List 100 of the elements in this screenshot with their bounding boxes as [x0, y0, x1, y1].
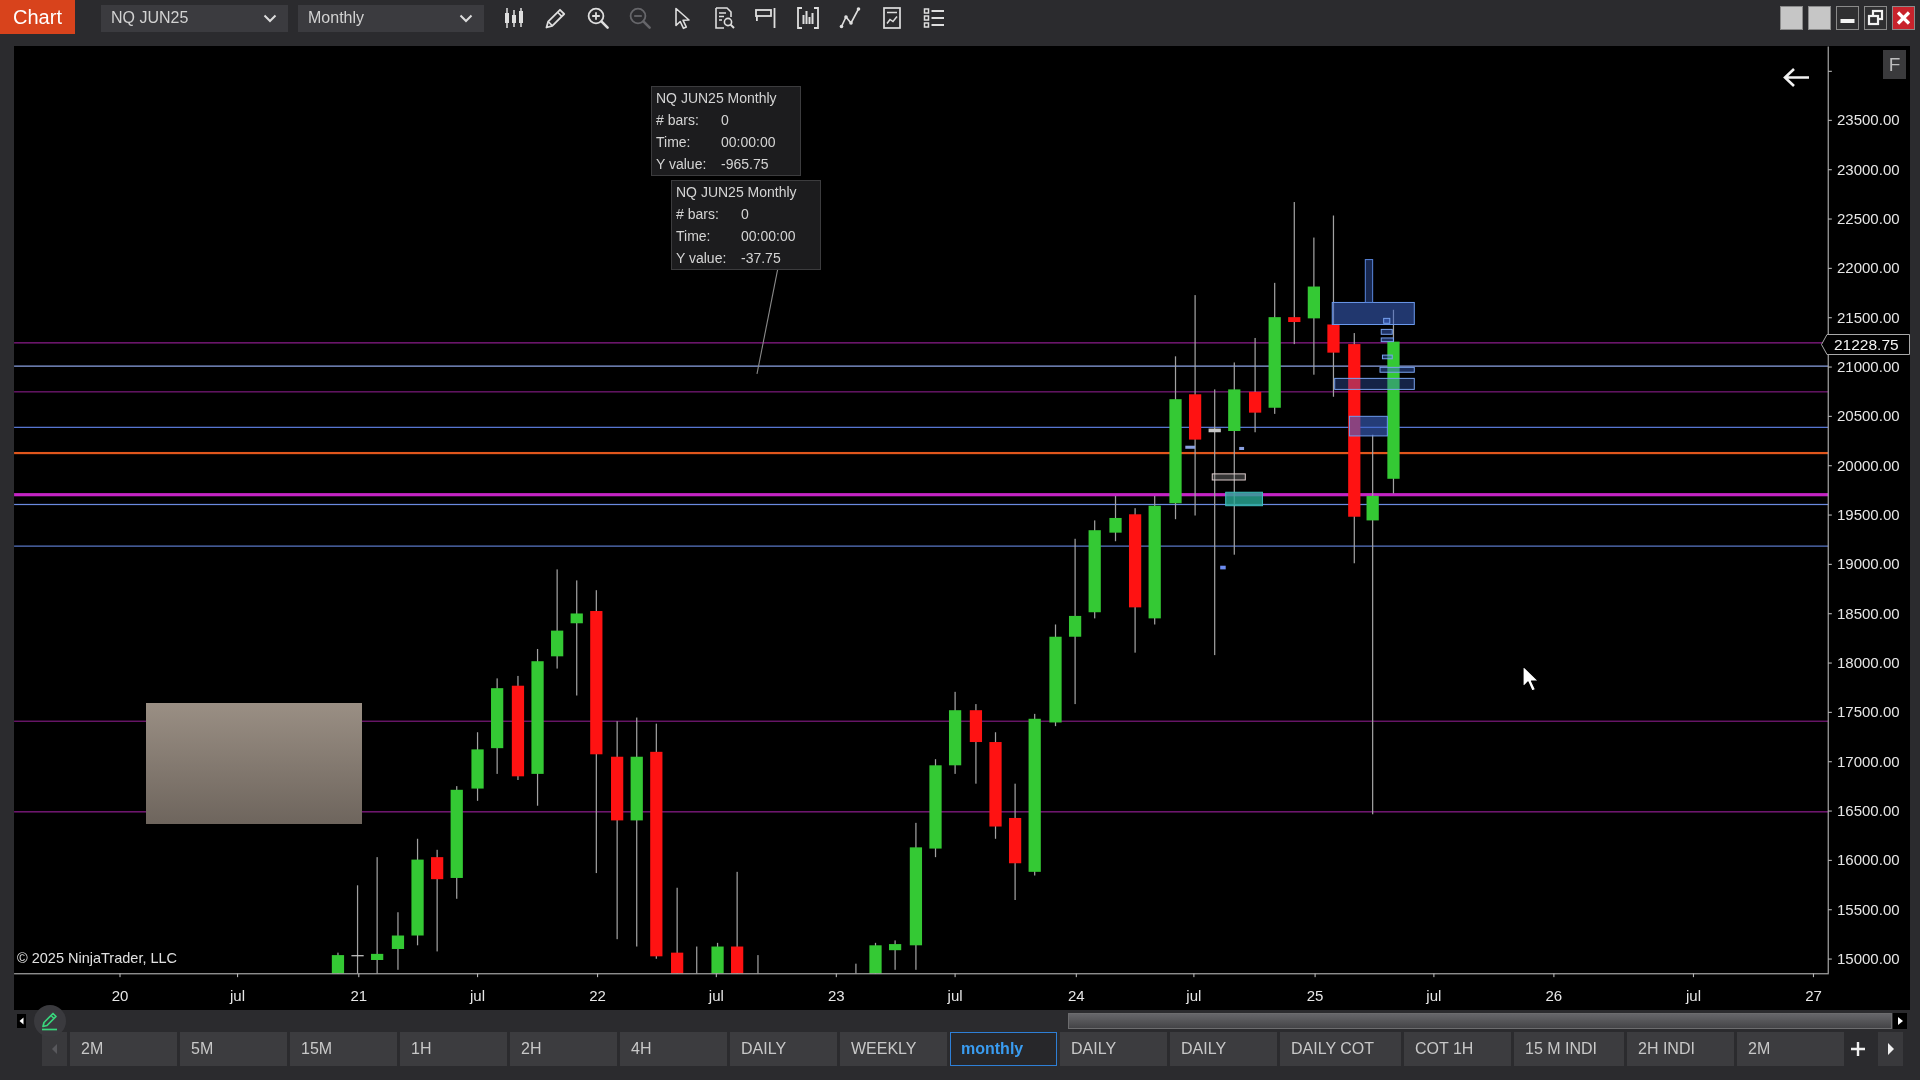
price-label: 18000.00 — [1837, 654, 1900, 673]
date-label: 22 — [589, 987, 606, 1005]
zoom-in-icon[interactable] — [586, 6, 610, 30]
candle — [471, 732, 484, 801]
tooltip-label: Time: — [656, 133, 692, 152]
tab[interactable]: 4H — [620, 1032, 727, 1066]
restore-icon[interactable] — [1864, 6, 1887, 30]
candle — [869, 942, 882, 974]
instrument-dropdown[interactable]: NQ JUN25 — [101, 4, 288, 32]
tab[interactable]: DAILY — [1060, 1032, 1167, 1066]
date-label: jul — [947, 987, 963, 1005]
tooltip-value: 00:00:00 — [741, 227, 796, 246]
date-label: 26 — [1545, 987, 1563, 1005]
candle — [711, 942, 724, 974]
price-label: 22000.00 — [1837, 259, 1900, 278]
line-chart-icon[interactable] — [838, 6, 862, 30]
tooltip-value: 00:00:00 — [721, 133, 776, 152]
document-search-icon[interactable] — [712, 6, 736, 30]
tab[interactable]: 2M — [1737, 1032, 1844, 1066]
price-label: 17000.00 — [1837, 752, 1900, 771]
tab[interactable]: monthly — [950, 1032, 1057, 1066]
tab[interactable]: DAILY — [730, 1032, 837, 1066]
tooltip-value: -965.75 — [721, 155, 769, 174]
tab[interactable]: 5M — [180, 1032, 287, 1066]
price-label: 15500.00 — [1837, 900, 1900, 919]
f-button[interactable]: F — [1883, 50, 1906, 79]
marker-icon — [1185, 445, 1196, 449]
minimize-icon[interactable] — [1836, 6, 1859, 30]
tooltip-label: Time: — [676, 227, 712, 246]
date-label: jul — [1685, 987, 1701, 1005]
tab[interactable]: 2H — [510, 1032, 617, 1066]
date-label: jul — [1426, 987, 1442, 1005]
candle — [1109, 495, 1122, 542]
price-label: 17500.00 — [1837, 703, 1900, 722]
tooltip-label: # bars: — [656, 111, 700, 130]
marker-icon — [1239, 446, 1245, 450]
date-label: jul — [708, 987, 724, 1005]
tab[interactable]: 15 M INDI — [1514, 1032, 1624, 1066]
tooltip-value: -37.75 — [741, 249, 781, 268]
caret-right-icon[interactable] — [1878, 1032, 1903, 1066]
arrow-left-icon[interactable] — [1782, 67, 1810, 88]
price-label: 19500.00 — [1837, 506, 1900, 525]
tooltip-value: 0 — [741, 205, 749, 224]
date-label: 24 — [1067, 987, 1085, 1005]
bar-chart-icon[interactable] — [796, 6, 820, 30]
date-label: jul — [230, 987, 246, 1005]
tab[interactable]: COT 1H — [1404, 1032, 1511, 1066]
price-label: 20000.00 — [1837, 456, 1900, 475]
plus-icon[interactable] — [1851, 1042, 1865, 1056]
zone-rectangle — [1380, 337, 1394, 343]
copyright-text: © 2025 NinjaTrader, LLC — [17, 949, 178, 967]
date-label: jul — [1186, 987, 1202, 1005]
document-chart-icon[interactable] — [880, 6, 904, 30]
tooltip-value: 0 — [721, 111, 729, 130]
date-label: 25 — [1306, 987, 1324, 1005]
zone-rectangle — [1380, 328, 1393, 335]
tab[interactable]: WEEKLY — [840, 1032, 947, 1066]
close-icon[interactable] — [1892, 6, 1915, 30]
tooltip-label: Y value: — [676, 249, 728, 268]
tab[interactable]: DAILY — [1170, 1032, 1277, 1066]
tab[interactable]: DAILY COT — [1280, 1032, 1401, 1066]
date-label: 27 — [1805, 987, 1822, 1005]
tab[interactable]: 15M — [290, 1032, 397, 1066]
price-label: 23000.00 — [1837, 160, 1900, 179]
chart-menu-button[interactable]: Chart — [0, 0, 75, 34]
tab[interactable]: 1H — [400, 1032, 507, 1066]
date-label: 21 — [350, 987, 368, 1005]
price-label: 16000.00 — [1837, 851, 1900, 870]
price-label: 16500.00 — [1837, 802, 1900, 821]
zone-rectangle — [1211, 473, 1246, 481]
tooltip-title: NQ JUN25 Monthly — [656, 89, 777, 108]
price-tag: 21228.75 — [1821, 334, 1910, 355]
price-label: 21500.00 — [1837, 308, 1900, 327]
date-label: 20 — [111, 987, 129, 1005]
tooltip-label: Y value: — [656, 155, 708, 174]
pencil-icon[interactable] — [544, 6, 568, 30]
price-label: 15000.00 — [1837, 950, 1900, 969]
price-label: 21000.00 — [1837, 358, 1900, 377]
zone-rectangle — [1225, 491, 1263, 507]
price-label: 20500.00 — [1837, 407, 1900, 426]
date-label: 23 — [827, 987, 845, 1005]
candle — [889, 940, 902, 970]
date-label: jul — [470, 987, 486, 1005]
tab[interactable]: 2H INDI — [1627, 1032, 1734, 1066]
tab[interactable]: 2M — [70, 1032, 177, 1066]
caret-right-icon[interactable] — [1893, 1012, 1907, 1029]
cursor-icon — [1522, 665, 1539, 692]
scrollbar-thumb[interactable] — [1068, 1012, 1892, 1029]
zone-rectangle — [1348, 415, 1388, 437]
list-icon[interactable] — [922, 6, 946, 30]
price-label: 19000.00 — [1837, 555, 1900, 574]
caret-left-icon[interactable] — [17, 1013, 26, 1028]
interval-dropdown[interactable]: Monthly — [298, 4, 484, 32]
pencil-icon[interactable] — [34, 1005, 66, 1037]
tooltip-title: NQ JUN25 Monthly — [676, 183, 797, 202]
signboard-icon[interactable] — [754, 6, 778, 30]
chevron-down-icon — [459, 13, 473, 23]
candlestick-icon[interactable] — [502, 6, 526, 30]
chevron-down-icon — [263, 13, 277, 23]
candle — [331, 952, 345, 974]
